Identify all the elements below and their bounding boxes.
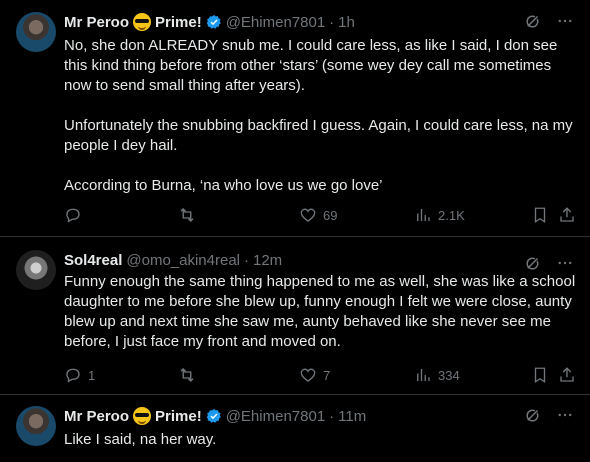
avatar[interactable] xyxy=(16,12,56,52)
bookmark-icon xyxy=(534,207,546,224)
retweet-button[interactable] xyxy=(178,366,202,384)
display-name[interactable]: Mr Peroo xyxy=(64,14,129,31)
like-count: 7 xyxy=(323,367,331,383)
tweet-actions: 69 2.1K xyxy=(64,206,576,226)
views-icon xyxy=(417,369,430,381)
verified-icon xyxy=(206,409,221,423)
views-count: 2.1K xyxy=(438,207,465,223)
timestamp[interactable]: 12m xyxy=(253,252,282,269)
separator-dot: · xyxy=(329,13,335,31)
like-button[interactable]: 7 xyxy=(299,366,330,384)
tweet[interactable]: Mr Peroo Prime! @Ehimen7801 · 1h No, she… xyxy=(0,12,590,236)
share-button[interactable] xyxy=(558,206,576,224)
tweet-actions: 1 7 334 xyxy=(64,366,576,386)
reply-button[interactable]: 1 xyxy=(64,366,95,384)
grok-icon[interactable] xyxy=(524,12,542,30)
more-icon[interactable] xyxy=(556,254,574,272)
tweet-header-icons xyxy=(524,406,574,424)
grok-icon[interactable] xyxy=(524,254,542,272)
tweet-header-icons xyxy=(524,254,574,272)
handle[interactable]: @Ehimen7801 xyxy=(226,408,325,425)
retweet-button[interactable] xyxy=(178,206,202,224)
display-name[interactable]: Sol4real xyxy=(64,252,122,269)
tweet-text: Funny enough the same thing happened to … xyxy=(64,273,580,350)
display-name-suffix[interactable]: Prime! xyxy=(155,14,202,31)
bookmark-icon xyxy=(534,367,546,384)
timestamp[interactable]: 1h xyxy=(338,14,355,31)
sunglasses-emoji xyxy=(133,407,152,425)
views-button[interactable]: 334 xyxy=(414,366,460,384)
reply-button[interactable] xyxy=(64,206,88,224)
separator-dot: · xyxy=(329,407,335,425)
bookmark-button[interactable] xyxy=(531,206,549,224)
retweet-icon xyxy=(180,208,194,222)
like-count: 69 xyxy=(323,207,338,223)
views-count: 334 xyxy=(438,367,460,383)
separator-dot: · xyxy=(244,251,249,269)
verified-icon xyxy=(206,15,221,29)
display-name[interactable]: Mr Peroo xyxy=(64,408,129,425)
avatar[interactable] xyxy=(16,250,56,290)
share-button[interactable] xyxy=(558,366,576,384)
tweet-text: No, she don ALREADY snub me. I could car… xyxy=(64,37,573,194)
like-button[interactable]: 69 xyxy=(299,206,337,224)
share-icon xyxy=(560,367,574,382)
grok-icon[interactable] xyxy=(524,406,542,424)
views-button[interactable]: 2.1K xyxy=(414,206,465,224)
divider xyxy=(0,394,590,395)
share-icon xyxy=(560,207,574,222)
retweet-icon xyxy=(180,368,194,382)
bookmark-button[interactable] xyxy=(531,366,549,384)
tweet[interactable]: Sol4real @omo_akin4real · 12m Funny enou… xyxy=(0,250,590,390)
like-icon xyxy=(300,368,316,382)
handle[interactable]: @omo_akin4real xyxy=(126,252,240,269)
avatar[interactable] xyxy=(16,406,56,446)
like-icon xyxy=(300,208,316,222)
tweet-header: Sol4real @omo_akin4real · 12m xyxy=(64,250,282,270)
handle[interactable]: @Ehimen7801 xyxy=(226,14,325,31)
more-icon[interactable] xyxy=(556,12,574,30)
timestamp[interactable]: 11m xyxy=(338,408,366,425)
display-name-suffix[interactable]: Prime! xyxy=(155,408,202,425)
tweet-text: Like I said, na her way. xyxy=(64,431,217,448)
tweet[interactable]: Mr Peroo Prime! @Ehimen7801 · 11m Like I… xyxy=(0,406,590,462)
views-icon xyxy=(417,209,430,221)
more-icon[interactable] xyxy=(556,406,574,424)
sunglasses-emoji xyxy=(133,13,152,31)
divider xyxy=(0,236,590,237)
reply-icon xyxy=(66,208,80,223)
tweet-header: Mr Peroo Prime! @Ehimen7801 · 1h xyxy=(64,12,355,32)
reply-count: 1 xyxy=(88,367,96,383)
reply-icon xyxy=(66,368,80,383)
tweet-header-icons xyxy=(524,12,574,30)
tweet-header: Mr Peroo Prime! @Ehimen7801 · 11m xyxy=(64,406,366,426)
